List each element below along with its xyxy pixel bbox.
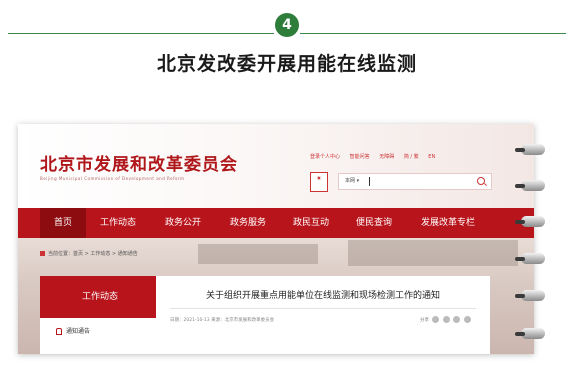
binder-ring-icon: [515, 290, 545, 301]
top-link-login[interactable]: 登录个人中心: [310, 154, 340, 160]
top-link-lang[interactable]: 简 / 繁: [404, 154, 419, 160]
site-title[interactable]: 北京市发展和改革委员会: [40, 150, 238, 175]
website-screenshot: 北京市发展和改革委员会 Beijing Municipal Commission…: [18, 124, 534, 354]
home-icon: [40, 251, 45, 256]
search-icon[interactable]: [477, 177, 485, 185]
bell-icon: [56, 328, 62, 335]
site-subtitle: Beijing Municipal Commission of Developm…: [40, 176, 185, 181]
step-number-badge: 4: [275, 13, 299, 37]
top-link-qa[interactable]: 智能问答: [350, 154, 370, 160]
divider-right: [300, 33, 566, 34]
share-icon[interactable]: [453, 316, 461, 323]
breadcrumb: 当前位置：首页 > 工作动态 > 通知通告: [40, 250, 138, 257]
binder-ring-icon: [515, 180, 545, 191]
step-headline: 北京发改委开展用能在线监测: [156, 53, 417, 75]
share-icon[interactable]: [442, 316, 450, 323]
share-icon[interactable]: [463, 316, 471, 323]
share-label: 分享: [420, 318, 429, 323]
share-bar: 分享: [420, 316, 471, 323]
binder-ring-icon: [515, 253, 545, 264]
text-cursor: [369, 177, 370, 186]
sidebar-heading: 工作动态: [40, 276, 160, 318]
binder-ring-icon: [515, 216, 545, 227]
nav-item-reform-column[interactable]: 发展改革专栏: [421, 208, 475, 238]
main-nav: 首页 工作动态 政务公开 政务服务 政民互动 便民查询 发展改革专栏: [18, 208, 534, 238]
sidebar-item-notices[interactable]: 通知通告: [56, 326, 90, 335]
nav-item-services[interactable]: 政务服务: [230, 208, 266, 238]
search-input[interactable]: 本网 ▾: [338, 173, 492, 190]
top-link-accessibility[interactable]: 无障碍: [379, 154, 394, 160]
top-links: 登录个人中心 智能问答 无障碍 简 / 繁 EN: [310, 153, 443, 160]
search-scope-select[interactable]: 本网 ▾: [345, 177, 359, 184]
site-header: 北京市发展和改革委员会 Beijing Municipal Commission…: [18, 124, 534, 208]
top-link-en[interactable]: EN: [428, 154, 435, 160]
article-meta: 日期：2021-10-13 来源：北京市发展和改革委员会: [170, 318, 275, 323]
notebook-binding: [515, 142, 547, 352]
binder-ring-icon: [515, 144, 545, 155]
share-icon[interactable]: [432, 316, 440, 323]
divider: [170, 308, 476, 309]
sidebar: 工作动态 通知通告: [40, 276, 160, 354]
article-panel: 关于组织开展重点用能单位在线监测和现场检测工作的通知 日期：2021-10-13…: [156, 276, 490, 354]
divider-left: [8, 33, 274, 34]
nav-item-interaction[interactable]: 政民互动: [293, 208, 329, 238]
nav-item-inquiry[interactable]: 便民查询: [356, 208, 392, 238]
nav-item-open-gov[interactable]: 政务公开: [165, 208, 201, 238]
article-title: 关于组织开展重点用能单位在线监测和现场检测工作的通知: [205, 291, 440, 301]
nav-item-home[interactable]: 首页: [40, 208, 86, 238]
step-header: 4 北京发改委开展用能在线监测: [0, 0, 574, 110]
nav-item-work-news[interactable]: 工作动态: [100, 208, 136, 238]
binder-ring-icon: [515, 328, 545, 339]
emblem-icon: ▣: [310, 172, 328, 192]
